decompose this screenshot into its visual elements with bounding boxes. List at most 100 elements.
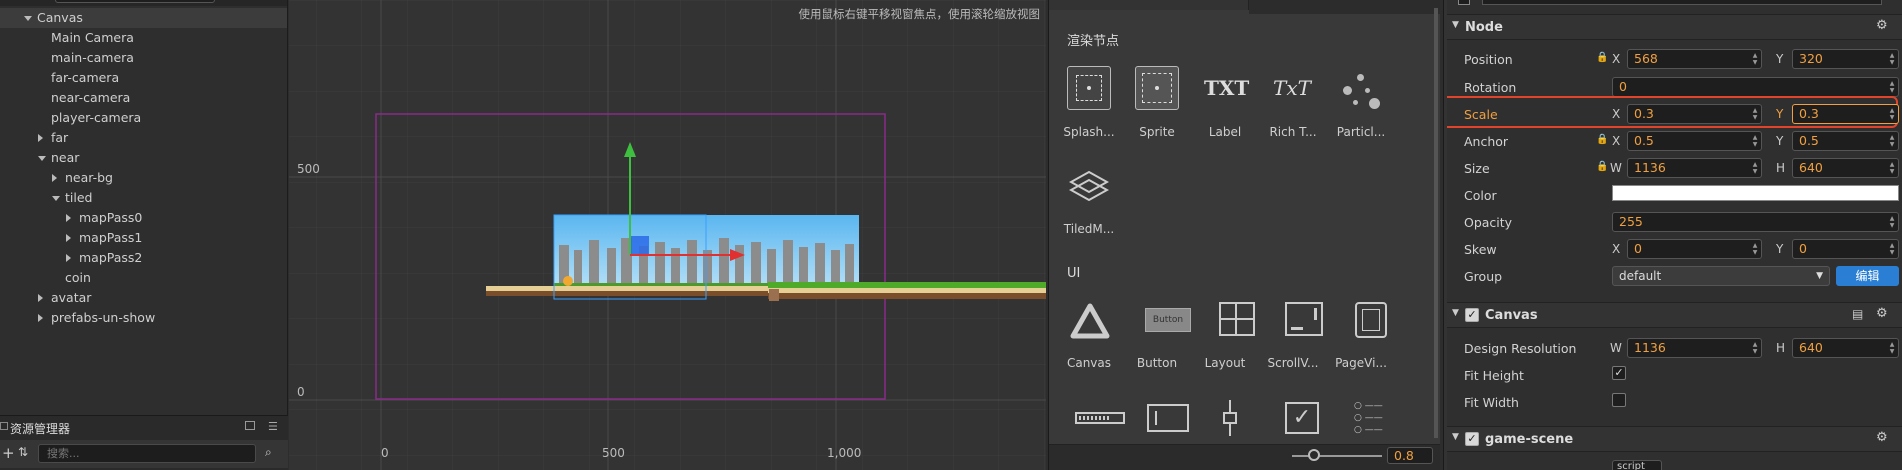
tree-item[interactable]: near-bg: [0, 168, 287, 188]
particle-icon[interactable]: [1339, 70, 1383, 109]
book-icon[interactable]: ▤: [1852, 307, 1863, 321]
tree-item[interactable]: tiled: [0, 188, 287, 208]
library-scrollbar[interactable]: [1434, 8, 1438, 438]
splash-icon[interactable]: [1067, 66, 1111, 110]
fit-width-checkbox[interactable]: [1612, 393, 1626, 407]
node-active-checkbox[interactable]: [1458, 0, 1470, 5]
design-h-field[interactable]: 640 ▲ ▼: [1792, 338, 1899, 358]
slider-icon[interactable]: [1223, 400, 1237, 436]
node-section-header[interactable]: [1444, 14, 1902, 40]
chevron-right-icon[interactable]: [66, 214, 71, 222]
anchor-y-field[interactable]: 0.5 ▲ ▼: [1792, 131, 1899, 151]
skew-label: Skew: [1464, 242, 1497, 257]
tree-item[interactable]: mapPass1: [0, 228, 287, 248]
skew-y-value: 0: [1799, 241, 1807, 256]
sprite-icon[interactable]: [1135, 66, 1179, 110]
chevron-right-icon[interactable]: [38, 314, 43, 322]
tree-item[interactable]: prefabs-un-show: [0, 308, 287, 328]
restore-icon[interactable]: [245, 421, 255, 430]
progressbar-icon[interactable]: [1075, 412, 1125, 424]
chevron-right-icon[interactable]: [38, 134, 43, 142]
render-item-label: Rich T...: [1269, 125, 1317, 139]
size-h-field[interactable]: 640 ▲ ▼: [1792, 158, 1899, 178]
menu-icon[interactable]: ☰: [268, 420, 278, 433]
scrollview-icon[interactable]: [1285, 302, 1323, 336]
hierarchy-search-input[interactable]: [55, 0, 215, 3]
gear-icon[interactable]: ⚙: [1876, 306, 1888, 321]
tab-built-in[interactable]: [1049, 0, 1249, 10]
button-icon[interactable]: Button: [1145, 308, 1191, 332]
toggle-icon[interactable]: ✓: [1285, 402, 1319, 434]
chevron-right-icon[interactable]: [52, 174, 57, 182]
group-select[interactable]: default ▼: [1612, 266, 1830, 286]
tree-item[interactable]: Canvas: [0, 8, 287, 28]
position-y-field[interactable]: 320 ▲ ▼: [1792, 49, 1899, 69]
rotation-field[interactable]: 0 ▲ ▼: [1612, 77, 1899, 97]
design-w-axis-label: W: [1610, 341, 1622, 355]
collapse-icon[interactable]: ▼: [1452, 308, 1459, 318]
add-icon[interactable]: +: [2, 444, 15, 462]
tree-item[interactable]: avatar: [0, 288, 287, 308]
chevron-right-icon[interactable]: [66, 254, 71, 262]
node-name-field[interactable]: [1482, 0, 1882, 5]
tree-item[interactable]: near-camera: [0, 88, 287, 108]
chevron-right-icon[interactable]: [66, 234, 71, 242]
fit-height-checkbox[interactable]: ✓: [1612, 366, 1626, 380]
richtext-icon[interactable]: TxT: [1273, 76, 1311, 100]
tree-item[interactable]: far-camera: [0, 68, 287, 88]
scene-view[interactable]: 使用鼠标右键平移视窗焦点，使用滚轮缩放视图 500 0 0 500 1,000: [289, 0, 1046, 470]
sort-icon[interactable]: ⇅: [18, 445, 28, 459]
size-w-field[interactable]: 1136 ▲ ▼: [1627, 158, 1762, 178]
assets-panel-title: 资源管理器: [10, 422, 71, 436]
tree-item[interactable]: main-camera: [0, 48, 287, 68]
tree-item[interactable]: player-camera: [0, 108, 287, 128]
canvas-enabled-checkbox[interactable]: ✓: [1465, 308, 1479, 322]
lock-icon[interactable]: 🔒: [1596, 134, 1608, 145]
scale-y-field[interactable]: 0.3 ▲ ▼: [1792, 104, 1899, 124]
list-icon[interactable]: ○ —— ○ —— ○ ——: [1354, 400, 1390, 436]
tree-item[interactable]: mapPass2: [0, 248, 287, 268]
color-swatch[interactable]: [1612, 185, 1899, 201]
label-icon[interactable]: TXT: [1204, 76, 1249, 100]
search-icon[interactable]: ⌕: [265, 445, 272, 460]
editbox-icon[interactable]: [1147, 404, 1189, 432]
design-w-field[interactable]: 1136 ▲ ▼: [1627, 338, 1762, 358]
design-w-value: 1136: [1634, 340, 1666, 355]
anchor-x-axis-label: X: [1612, 134, 1621, 148]
collapse-icon[interactable]: ▼: [1452, 20, 1459, 30]
position-x-field[interactable]: 568 ▲ ▼: [1627, 49, 1762, 69]
skew-x-field[interactable]: 0 ▲ ▼: [1627, 239, 1762, 259]
tree-item[interactable]: near: [0, 148, 287, 168]
lock-icon[interactable]: 🔒: [1596, 52, 1608, 63]
layout-icon[interactable]: [1219, 302, 1255, 336]
tree-item[interactable]: Main Camera: [0, 28, 287, 48]
render-item-label: TiledM...: [1063, 222, 1115, 236]
lock-icon[interactable]: 🔒: [1596, 161, 1608, 172]
tiledmap-icon[interactable]: [1069, 170, 1109, 202]
assets-search-input[interactable]: 搜索...: [38, 444, 256, 463]
group-edit-button[interactable]: 编辑: [1836, 266, 1899, 286]
gear-icon[interactable]: ⚙: [1876, 430, 1888, 445]
anchor-x-field[interactable]: 0.5 ▲ ▼: [1627, 131, 1762, 151]
zoom-value-field[interactable]: 0.8: [1387, 447, 1433, 464]
tree-item[interactable]: far: [0, 128, 287, 148]
opacity-field[interactable]: 255 ▲ ▼: [1612, 212, 1899, 232]
canvas-icon[interactable]: [1069, 302, 1111, 340]
chevron-right-icon[interactable]: [38, 294, 43, 302]
group-label: Group: [1464, 269, 1503, 284]
gear-icon[interactable]: ⚙: [1876, 18, 1888, 33]
chevron-down-icon[interactable]: [38, 156, 46, 161]
tab-user[interactable]: [1249, 0, 1440, 14]
pageview-icon[interactable]: [1355, 302, 1387, 338]
game-scene-enabled-checkbox[interactable]: ✓: [1465, 432, 1479, 446]
scale-x-field[interactable]: 0.3 ▲ ▼: [1627, 104, 1762, 124]
zoom-slider-handle[interactable]: [1308, 449, 1320, 461]
skew-y-field[interactable]: 0 ▲ ▼: [1792, 239, 1899, 259]
zoom-slider[interactable]: [1292, 455, 1382, 457]
chevron-down-icon[interactable]: [52, 196, 60, 201]
chevron-down-icon[interactable]: [24, 16, 32, 21]
tree-item[interactable]: coin: [0, 268, 287, 288]
collapse-icon[interactable]: ▼: [1452, 432, 1459, 442]
script-field[interactable]: script: [1612, 460, 1662, 470]
tree-item[interactable]: mapPass0: [0, 208, 287, 228]
